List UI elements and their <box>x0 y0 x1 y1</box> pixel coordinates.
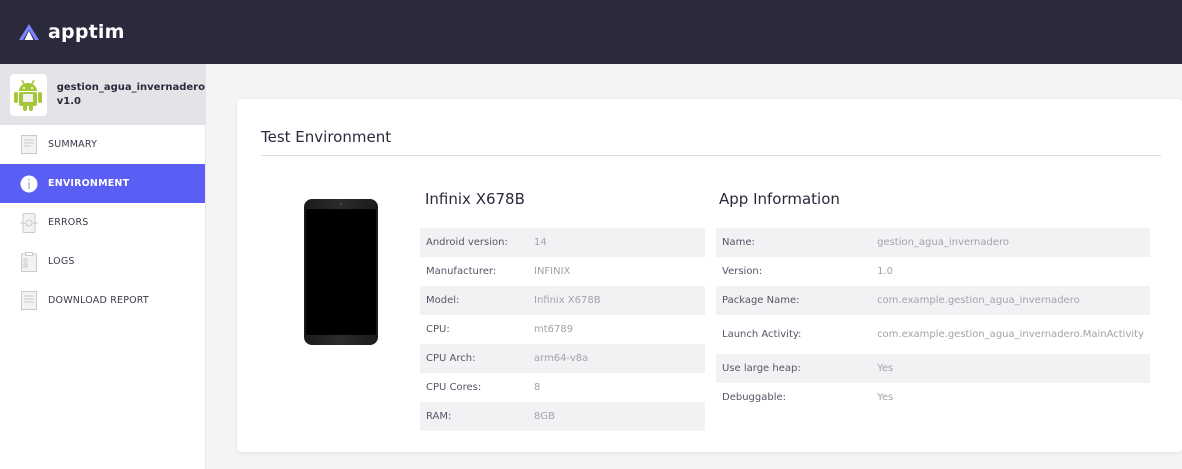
row-key: Debuggable: <box>722 392 787 403</box>
table-row: CPU Arch: arm64-v8a <box>420 344 705 373</box>
device-info-table: Android version: 14 Manufacturer: INFINIX … <box>420 228 705 431</box>
table-row: Version: 1.0 <box>716 257 1150 286</box>
row-value: mt6789 <box>534 324 574 335</box>
row-value: 8GB <box>528 402 705 431</box>
row-key: Launch Activity: <box>722 329 802 340</box>
table-row: Android version: 14 <box>420 228 705 257</box>
device-image <box>303 199 379 349</box>
row-value: com.example.gestion_agua_invernadero <box>871 286 1150 315</box>
table-row: Package Name: com.example.gestion_agua_in… <box>716 286 1150 315</box>
app-version: v1.0 <box>56 95 81 107</box>
app-card: gestion_agua_invernadero v1.0 <box>0 64 205 125</box>
table-row: Name: gestion_agua_invernadero <box>716 228 1150 257</box>
row-key: CPU Arch: <box>420 344 528 373</box>
row-key: Package Name: <box>716 286 872 315</box>
row-value: Infinix X678B <box>528 286 705 315</box>
row-key: Manufacturer: <box>426 266 497 277</box>
title-divider <box>261 155 1161 156</box>
sidebar-nav: SUMMARY ENVIRONMENT ERRORS LOGS DOWNLOAD… <box>0 125 205 320</box>
brand-logo[interactable]: apptim <box>18 21 125 43</box>
download-report-icon <box>20 291 38 311</box>
sidebar-item-label: DOWNLOAD REPORT <box>48 295 149 306</box>
errors-icon <box>20 212 38 233</box>
row-key: Model: <box>420 286 528 315</box>
sidebar-item-download-report[interactable]: DOWNLOAD REPORT <box>0 281 205 320</box>
table-row: Debuggable: Yes <box>716 383 1150 412</box>
app-name: gestion_agua_invernadero <box>56 81 205 93</box>
info-icon <box>20 174 38 194</box>
row-value: Yes <box>871 354 1150 383</box>
row-key: CPU: <box>426 324 450 335</box>
row-key: Version: <box>722 266 763 277</box>
sidebar-item-label: ERRORS <box>48 217 89 228</box>
table-row: Use large heap: Yes <box>716 354 1150 383</box>
sidebar-item-errors[interactable]: ERRORS <box>0 203 205 242</box>
row-value: gestion_agua_invernadero <box>871 228 1150 257</box>
row-value: 14 <box>528 228 705 257</box>
row-key: RAM: <box>420 402 528 431</box>
row-value: arm64-v8a <box>528 344 705 373</box>
table-row: Launch Activity: com.example.gestion_agua… <box>716 315 1150 354</box>
sidebar-item-label: SUMMARY <box>48 139 98 150</box>
device-model-title: Infinix X678B <box>425 190 525 208</box>
row-key: Use large heap: <box>716 354 872 383</box>
brand-name: apptim <box>48 21 125 43</box>
logs-icon <box>20 251 38 272</box>
sidebar: gestion_agua_invernadero v1.0 SUMMARY EN… <box>0 64 206 469</box>
sidebar-item-logs[interactable]: LOGS <box>0 242 205 281</box>
sidebar-item-summary[interactable]: SUMMARY <box>0 125 205 164</box>
row-value: com.example.gestion_agua_invernadero.Mai… <box>877 328 1144 340</box>
app-information-title: App Information <box>719 190 840 208</box>
row-key: Name: <box>716 228 872 257</box>
apptim-logo-icon <box>19 24 39 40</box>
row-value: 8 <box>534 382 541 393</box>
sidebar-item-environment[interactable]: ENVIRONMENT <box>0 164 205 203</box>
table-row: RAM: 8GB <box>420 402 705 431</box>
row-key: Android version: <box>420 228 528 257</box>
row-value: Yes <box>877 391 894 403</box>
table-row: Manufacturer: INFINIX <box>420 257 705 286</box>
row-value: INFINIX <box>534 266 571 277</box>
test-environment-card: Test Environment Infinix X678B App Infor… <box>237 99 1182 452</box>
table-row: CPU: mt6789 <box>420 315 705 344</box>
top-bar: apptim <box>0 0 1182 64</box>
app-info-table: Name: gestion_agua_invernadero Version: 1.… <box>716 228 1150 412</box>
table-row: Model: Infinix X678B <box>420 286 705 315</box>
android-app-icon <box>10 73 47 116</box>
row-value: 1.0 <box>877 265 893 277</box>
row-key: CPU Cores: <box>426 382 482 393</box>
table-row: CPU Cores: 8 <box>420 373 705 402</box>
sidebar-item-label: LOGS <box>48 256 75 267</box>
sidebar-item-label: ENVIRONMENT <box>48 178 130 189</box>
page-title: Test Environment <box>261 128 392 146</box>
summary-icon <box>20 135 38 155</box>
